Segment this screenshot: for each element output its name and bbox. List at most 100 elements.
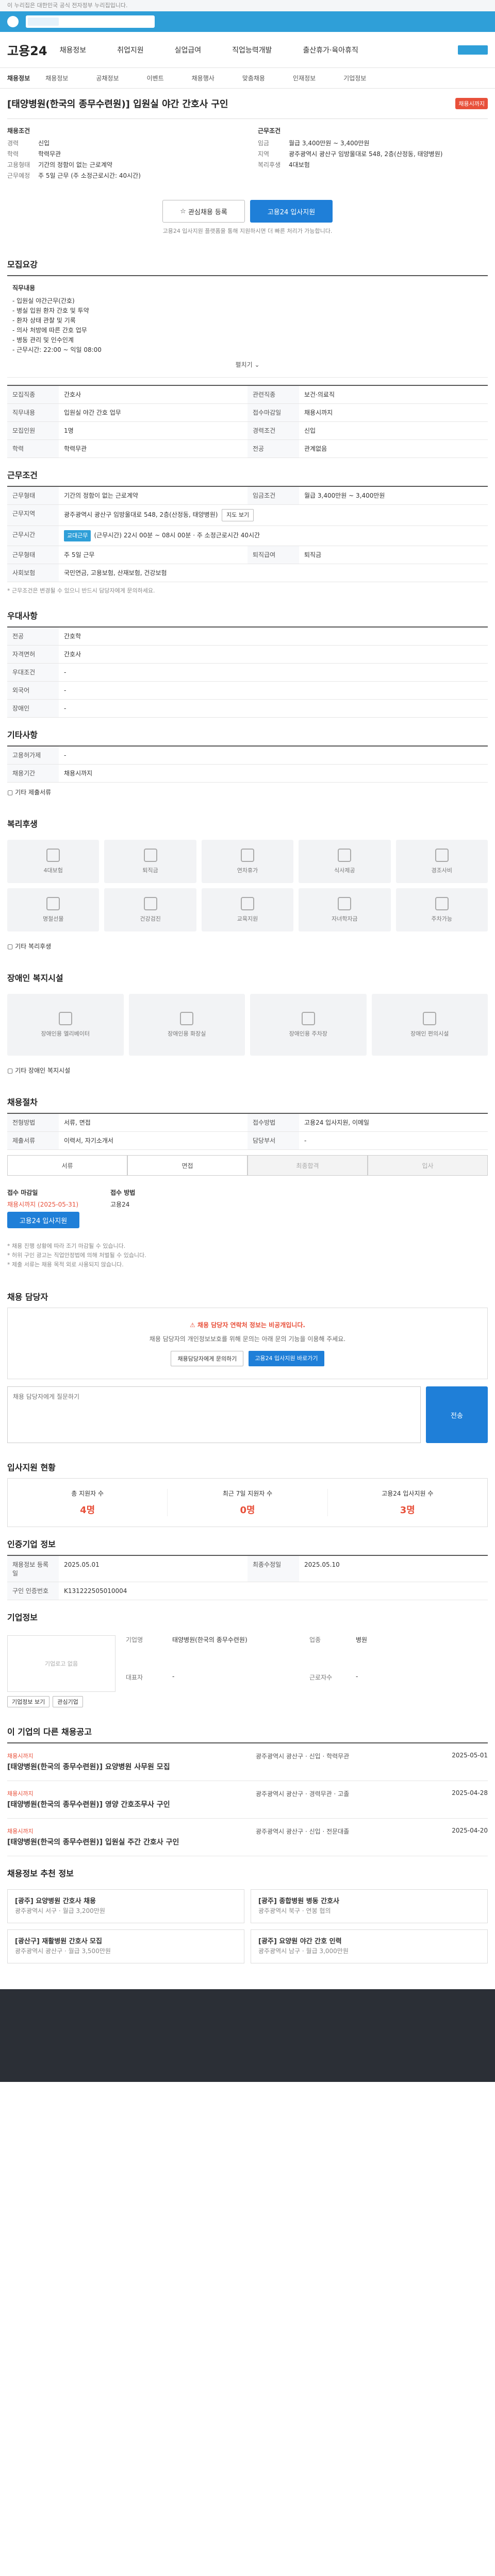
welfare-card: 교육지원 — [201, 888, 294, 931]
action-buttons: ☆ 관심채용 등록 고용24 입사지원 — [7, 190, 488, 227]
job-title: [태양병원(한국의 종무수련원)] 입원실 야간 간호사 구인 — [7, 99, 228, 110]
sub-nav: 채용정보 채용정보 공채정보 이벤트 채용행사 맞춤채용 인재정보 기업정보 — [0, 68, 495, 89]
login-button[interactable] — [458, 45, 488, 55]
manager-box: ⚠ 채용 담당자 연락처 정보는 비공개입니다. 채용 담당자의 개인정보보호를… — [7, 1308, 488, 1379]
gov-search-tag — [28, 18, 59, 26]
subnav-tab[interactable]: 공채정보 — [96, 74, 119, 82]
apply-deadline-label: 접수 마감일 — [7, 1189, 38, 1196]
company-favorite-button[interactable]: 관심기업 — [53, 1696, 83, 1707]
welfare-label: 4대보험 — [43, 867, 63, 874]
manager-section-title: 채용 담당자 — [7, 1292, 48, 1302]
summary-row: 경력 신입 — [7, 139, 237, 147]
gnb-right — [458, 45, 488, 55]
company-key: 업종 — [309, 1636, 321, 1643]
facility-label: 장애인용 화장실 — [168, 1030, 206, 1037]
table-value: 간호학 — [64, 633, 81, 640]
summary-row: 근무예정 주 5일 근무 (주 소정근로시간: 40시간) — [7, 172, 237, 180]
list-item[interactable]: 채용시까지 [태양병원(한국의 종무수련원)] 입원실 주간 간호사 구인 광주광… — [7, 1819, 488, 1856]
map-button[interactable]: 지도 보기 — [222, 509, 254, 521]
expand-button[interactable]: 펼치기 ⌄ — [12, 360, 483, 370]
facility-card: 장애인용 주차장 — [250, 994, 367, 1056]
apply-note: 고용24 입사지원 플랫폼을 통해 지원하시면 더 빠른 처리가 가능합니다. — [162, 228, 333, 234]
table-value: 광주광역시 광산구 임방울대로 548, 2층(산정동, 태양병원) 지도 보기 — [59, 505, 488, 526]
summary-value: 학력무관 — [38, 150, 61, 158]
table-key: 모집인원 — [7, 422, 59, 439]
recommend-sub: 광주광역시 남구 · 월급 3,000만원 — [258, 1947, 349, 1955]
gnb-item[interactable]: 직업능력개발 — [232, 45, 272, 55]
subnav-tab[interactable]: 인재정보 — [293, 74, 316, 82]
table-row: 학력 학력무관 전공 관계없음 — [7, 440, 488, 458]
table-value: 관계없음 — [304, 445, 327, 452]
table-key: 담당부서 — [248, 1132, 299, 1149]
qa-form: 전송 — [7, 1379, 488, 1450]
table-value: 퇴직금 — [304, 551, 322, 558]
facility-card: 장애인용 엘리베이터 — [7, 994, 124, 1056]
welfare-card: 퇴직금 — [104, 840, 196, 883]
send-button[interactable]: 전송 — [426, 1386, 488, 1443]
subnav-tab[interactable]: 맞춤채용 — [242, 74, 265, 82]
list-item-title[interactable]: [태양병원(한국의 종무수련원)] 입원실 주간 간호사 구인 — [7, 1837, 256, 1848]
apply-button-2[interactable]: 고용24 입사지원 — [7, 1212, 79, 1228]
table-row: 직무내용 입원실 야간 간호 업무 접수마감일 채용시까지 — [7, 404, 488, 422]
table-key: 임금조건 — [248, 487, 299, 504]
facility-label: 장애인용 주차장 — [289, 1030, 327, 1037]
table-row: 우대조건 - — [7, 664, 488, 682]
gov-search-input[interactable] — [26, 15, 155, 28]
company-box: 기업로고 없음 기업정보 보기 관심기업 기업명 태양병원(한국의 종무수련원) … — [7, 1628, 488, 1715]
table-key: 고용허가제 — [7, 747, 59, 764]
list-item[interactable]: 채용시까지 [태양병원(한국의 종무수련원)] 요양병원 사무원 모집 광주광역시… — [7, 1743, 488, 1781]
company-value: - — [172, 1673, 175, 1680]
stats-section-title: 입사지원 현황 — [7, 1463, 56, 1472]
facility-card: 장애인용 화장실 — [128, 994, 245, 1056]
recommend-card[interactable]: [광주] 요양병원 간호사 채용 광주광역시 서구 · 월급 3,200만원 — [7, 1889, 244, 1923]
recommend-card[interactable]: [광주] 종합병원 병동 간호사 광주광역시 북구 · 연봉 협의 — [251, 1889, 488, 1923]
subnav-tab[interactable]: 채용행사 — [192, 74, 214, 82]
subnav-tab[interactable]: 기업정보 — [343, 74, 366, 82]
welfare-card: 경조사비 — [395, 840, 488, 883]
summary-left: 채용조건 경력 신입 학력 학력무관 고용형태 기간의 정함이 없는 근로계약 근무예… — [7, 126, 237, 182]
manager-apply-button[interactable]: 고용24 입사지원 바로가기 — [249, 1351, 324, 1366]
table-value: 기간의 정함이 없는 근로계약 — [64, 492, 138, 499]
recommend-title: [광주] 요양원 야간 간호 인력 — [258, 1938, 342, 1945]
table-value: 이력서, 자기소개서 — [64, 1137, 113, 1144]
table-key: 근무형태 — [7, 546, 59, 564]
list-item-title[interactable]: [태양병원(한국의 종무수련원)] 영양 간호조무사 구인 — [7, 1800, 256, 1810]
site-logo[interactable]: 고용24 — [7, 41, 47, 59]
table-value: - — [64, 687, 67, 694]
recommend-sub: 광주광역시 광산구 · 월급 3,500만원 — [15, 1947, 111, 1955]
gnb-item[interactable]: 채용정보 — [60, 45, 87, 55]
process-step: 서류 — [7, 1155, 127, 1176]
question-input[interactable] — [7, 1386, 421, 1443]
recommend-grid: [광주] 요양병원 간호사 채용 광주광역시 서구 · 월급 3,200만원 [광… — [7, 1884, 488, 1969]
global-nav: 고용24 채용정보 취업지원 실업급여 직업능력개발 출산휴가·육아휴직 — [0, 32, 495, 68]
list-item[interactable]: 채용시까지 [태양병원(한국의 종무수련원)] 영양 간호조무사 구인 광주광역시… — [7, 1781, 488, 1819]
gnb-item[interactable]: 출산휴가·육아휴직 — [303, 45, 358, 55]
company-info-button[interactable]: 기업정보 보기 — [7, 1696, 50, 1707]
subnav-tab[interactable]: 채용정보 — [45, 74, 68, 82]
table-key: 채용기간 — [7, 765, 59, 782]
subnav-tab[interactable]: 이벤트 — [147, 74, 164, 82]
others-section-title: 이 기업의 다른 채용공고 — [7, 1727, 92, 1737]
job-title-row: [태양병원(한국의 종무수련원)] 입원실 야간 간호사 구인 채용시까지 — [7, 89, 488, 119]
table-value: - — [64, 752, 67, 759]
interest-button[interactable]: ☆ 관심채용 등록 — [162, 200, 245, 223]
contact-manager-button[interactable]: 채용담당자에게 문의하기 — [171, 1351, 244, 1366]
company-key: 대표자 — [126, 1674, 143, 1681]
list-item-date: 2025-05-01 — [452, 1752, 488, 1759]
summary-key: 복리후생 — [258, 161, 281, 168]
education-icon — [240, 897, 254, 910]
gnb-item[interactable]: 실업급여 — [175, 45, 202, 55]
recommend-card[interactable]: [광산구] 재활병원 간호사 모집 광주광역시 광산구 · 월급 3,500만원 — [7, 1929, 244, 1963]
detail-line: - 입원실 야간근무(간호) — [12, 297, 75, 304]
table-key: 퇴직급여 — [248, 546, 299, 564]
list-item-date: 2025-04-20 — [452, 1827, 488, 1834]
table-key: 직무내용 — [7, 404, 59, 421]
recommend-card[interactable]: [광주] 요양원 야간 간호 인력광주광역시 남구 · 월급 3,000만원 — [251, 1929, 488, 1963]
table-key: 사회보험 — [7, 564, 59, 582]
recommend-sub: 광주광역시 북구 · 연봉 협의 — [258, 1907, 331, 1914]
company-logo-col: 기업로고 없음 기업정보 보기 관심기업 — [7, 1635, 116, 1707]
gnb-item[interactable]: 취업지원 — [117, 45, 144, 55]
etc-label: 기타 제출서류 — [15, 789, 52, 796]
list-item-title[interactable]: [태양병원(한국의 종무수련원)] 요양병원 사무원 모집 — [7, 1762, 256, 1772]
apply-button[interactable]: 고용24 입사지원 — [250, 200, 333, 223]
